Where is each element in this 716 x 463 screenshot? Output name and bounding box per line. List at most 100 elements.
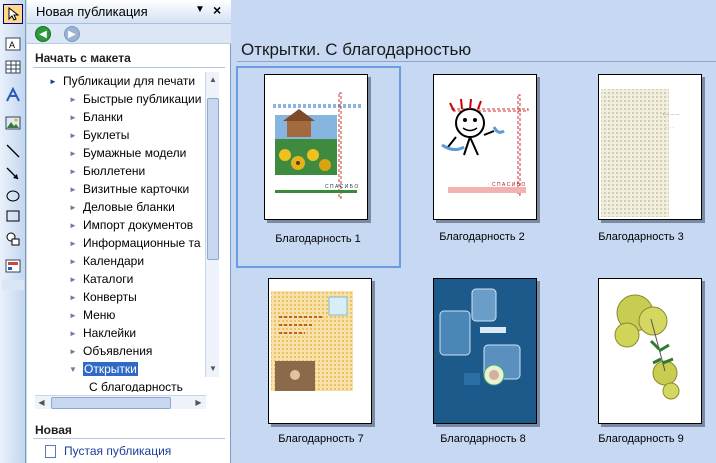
template-label: Благодарность 3	[598, 231, 684, 243]
template-card-9[interactable]: Благодарность 9	[566, 270, 716, 460]
template-thumbnail	[598, 278, 702, 424]
picture-icon[interactable]	[3, 113, 23, 133]
chevron-down-icon[interactable]: ▼	[195, 4, 205, 15]
line-icon[interactable]	[3, 141, 23, 161]
template-thumbnail: • — — — · · · ·	[598, 74, 702, 220]
tree-item[interactable]: ► Каталоги	[69, 270, 133, 288]
bullet-icon: ►	[69, 166, 77, 176]
document-icon	[45, 444, 56, 458]
tree-item-print-publications[interactable]: ► Публикации для печати	[49, 72, 195, 90]
textured-pattern: • — — — · · · ·	[601, 89, 680, 217]
bullet-icon: ►	[69, 328, 77, 338]
template-label: Благодарность 2	[439, 231, 525, 243]
scroll-down-icon[interactable]: ▼	[207, 362, 219, 375]
cartoon-illustration: С П А С И Б О	[441, 94, 529, 196]
oval-icon[interactable]	[3, 186, 23, 206]
tree-item[interactable]: ► Объявления	[69, 342, 152, 360]
template-label: Благодарность 9	[598, 433, 684, 445]
landscape-illustration: С П А С И Б О	[272, 92, 362, 199]
task-pane-navigation: ◀ ▶	[27, 24, 231, 44]
tree-item[interactable]: ► Конверты	[69, 288, 137, 306]
blue-design	[434, 279, 536, 423]
bullet-icon: ►	[69, 256, 77, 266]
bullet-icon: ►	[69, 202, 77, 212]
close-icon[interactable]: ×	[213, 2, 221, 18]
blank-publication-link[interactable]: Пустая публикация	[45, 444, 171, 458]
gallery-title: Открытки. С благодарностью	[241, 40, 472, 59]
task-pane-header: Новая публикация ▼ ×	[27, 0, 231, 24]
tree-item[interactable]: ► Визитные карточки	[69, 180, 189, 198]
tree-item[interactable]: ► Буклеты	[69, 126, 129, 144]
template-label: Благодарность 1	[275, 233, 361, 245]
scroll-up-icon[interactable]: ▲	[207, 73, 219, 86]
bullet-icon: ►	[69, 94, 77, 104]
template-thumbnail	[433, 278, 537, 424]
tree-item-postcards[interactable]: ▼ Открытки	[69, 360, 138, 378]
section-divider	[33, 438, 225, 439]
svg-text:С П А С И Б О: С П А С И Б О	[325, 184, 358, 190]
select-pointer-icon[interactable]	[3, 4, 23, 24]
tree-item[interactable]: ► Календари	[69, 252, 144, 270]
scroll-thumb[interactable]	[207, 98, 219, 260]
tree-item[interactable]: ► Бюллетени	[69, 162, 145, 180]
svg-text:A: A	[9, 40, 15, 50]
floral-illustration	[614, 294, 680, 400]
bullet-icon: ►	[69, 346, 77, 356]
tree-item[interactable]: ► Быстрые публикации	[69, 90, 201, 108]
tree-item[interactable]: ► Бланки	[69, 108, 123, 126]
bullet-icon: ►	[69, 112, 77, 122]
section-divider	[33, 67, 225, 68]
toolbar-grip[interactable]	[2, 280, 24, 290]
objects-toolbar: A	[0, 0, 26, 463]
bullet-icon: ►	[69, 148, 77, 158]
tree-item[interactable]: ► Информационные та	[69, 234, 201, 252]
wordart-icon[interactable]	[3, 85, 23, 105]
template-label: Благодарность 7	[278, 433, 364, 445]
template-gallery: Открытки. С благодарностью С П А С И Б О…	[231, 0, 716, 463]
forward-arrow-icon[interactable]: ▶	[64, 26, 80, 42]
tree-item[interactable]: ► Импорт документов	[69, 216, 193, 234]
scroll-left-icon[interactable]: ◀	[35, 396, 48, 410]
template-thumbnail: С П А С И Б О	[433, 74, 537, 220]
bullet-icon: ►	[69, 184, 77, 194]
tree-item[interactable]: ► Меню	[69, 306, 115, 324]
blank-publication-label: Пустая публикация	[64, 444, 172, 458]
tree-item-thank-you[interactable]: С благодарность	[89, 378, 183, 392]
tree-horizontal-scrollbar[interactable]: ◀ ▶	[35, 395, 206, 409]
new-publication-task-pane: Новая публикация ▼ × ◀ ▶ Начать с макета…	[27, 0, 231, 463]
template-card-1[interactable]: С П А С И Б О Благодарность 1	[236, 66, 401, 268]
svg-text:• — — —: • — — —	[663, 111, 680, 116]
autoshapes-icon[interactable]	[3, 229, 23, 249]
frame-illustration	[271, 291, 353, 391]
bullet-icon: ►	[69, 274, 77, 284]
template-card-8[interactable]: Благодарность 8	[401, 270, 566, 460]
bullet-icon: ►	[69, 130, 77, 140]
section-start-from-design: Начать с макета	[35, 51, 131, 65]
template-label: Благодарность 8	[440, 433, 526, 445]
title-divider	[237, 61, 716, 62]
template-thumbnail: С П А С И Б О	[264, 74, 368, 220]
tree-item[interactable]: ► Наклейки	[69, 324, 136, 342]
template-thumbnail	[268, 278, 372, 424]
scroll-thumb[interactable]	[51, 397, 171, 409]
template-card-3[interactable]: • — — — · · · · Благодарность 3	[566, 66, 716, 268]
tree-item[interactable]: ► Деловые бланки	[69, 198, 175, 216]
back-arrow-icon[interactable]: ◀	[35, 26, 51, 42]
tree-vertical-scrollbar[interactable]: ▲ ▼	[205, 72, 219, 377]
scroll-right-icon[interactable]: ▶	[192, 396, 205, 410]
table-icon[interactable]	[3, 57, 23, 77]
expanded-node-icon: ►	[49, 76, 57, 86]
expanded-node-icon: ▼	[69, 364, 77, 374]
text-box-icon[interactable]: A	[3, 34, 23, 54]
template-card-2[interactable]: С П А С И Б О Благодарность 2	[401, 66, 566, 268]
publication-type-tree: ► Публикации для печати ► Быстрые публика…	[45, 72, 204, 392]
design-gallery-icon[interactable]	[3, 256, 23, 276]
template-card-7[interactable]: Благодарность 7	[236, 270, 401, 460]
bullet-icon: ►	[69, 292, 77, 302]
arrow-icon[interactable]	[3, 164, 23, 184]
svg-text:· · · ·: · · · ·	[665, 125, 674, 130]
bullet-icon: ►	[69, 238, 77, 248]
task-pane-title: Новая публикация	[36, 4, 148, 19]
tree-item[interactable]: ► Бумажные модели	[69, 144, 186, 162]
rectangle-icon[interactable]	[3, 206, 23, 226]
